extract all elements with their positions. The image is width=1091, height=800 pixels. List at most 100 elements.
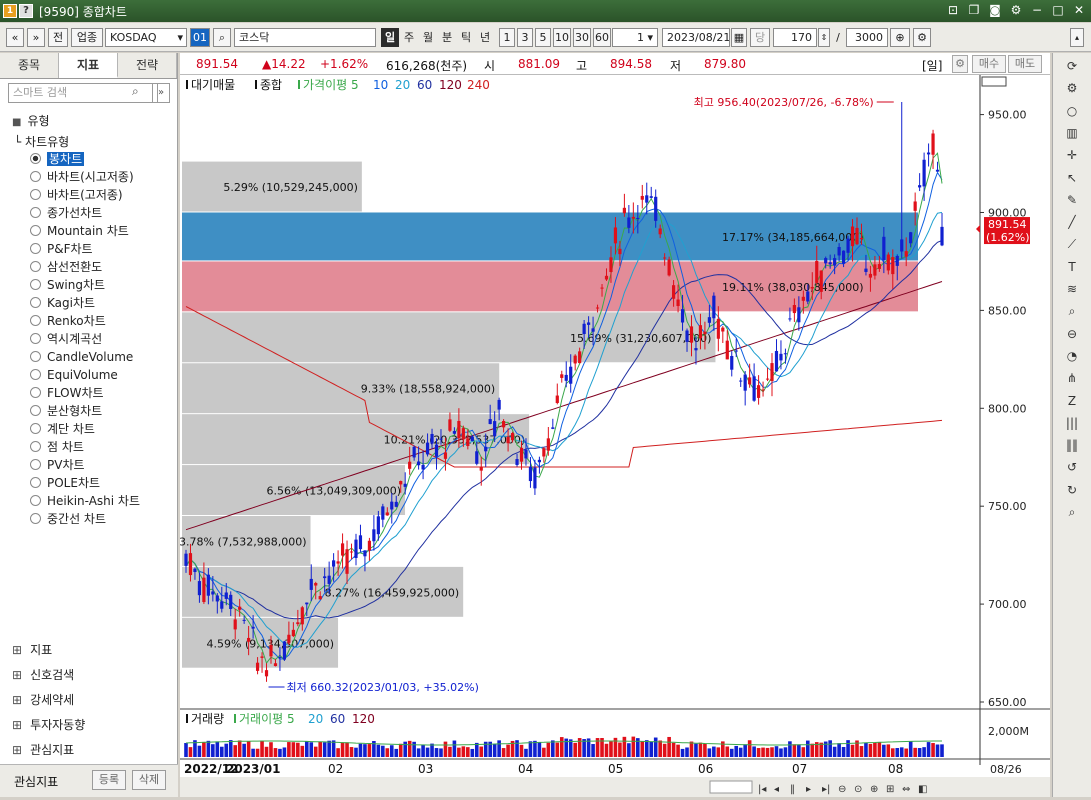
crosshair-icon[interactable]: ✛: [1063, 146, 1081, 164]
legend-item[interactable]: 240: [467, 78, 490, 92]
undo-icon[interactable]: ↺: [1063, 458, 1081, 476]
chart-type-item[interactable]: CandleVolume: [30, 348, 133, 366]
settings-icon[interactable]: ⚙: [913, 28, 931, 47]
section-2[interactable]: 강세약세: [12, 691, 74, 708]
volume-legend-item[interactable]: 120: [352, 712, 375, 726]
gear-icon[interactable]: ⚙: [952, 55, 968, 73]
fibonacci-icon[interactable]: ≋: [1063, 280, 1081, 298]
camera-icon[interactable]: ◙: [987, 2, 1003, 18]
period-button[interactable]: [일]: [922, 57, 942, 74]
chart-type-item[interactable]: Mountain 차트: [30, 222, 129, 240]
chart-area[interactable]: 650.00 700.00 750.00 800.00 850.00 900.00 950.…: [179, 75, 1050, 797]
tree-chart-type[interactable]: └ 차트유형: [14, 133, 69, 150]
tab-strategy[interactable]: 전략: [118, 53, 177, 78]
legend-item[interactable]: 20: [395, 78, 410, 92]
log-scale-icon[interactable]: [981, 76, 1007, 87]
circle-icon[interactable]: ○: [1063, 102, 1081, 120]
total-field[interactable]: 3000: [846, 28, 888, 47]
cursor-icon[interactable]: ◧: [918, 784, 927, 795]
date-field[interactable]: 2023/08/21: [662, 28, 730, 47]
period-tab-4[interactable]: 틱: [457, 28, 475, 47]
bars-icon[interactable]: |||: [1063, 414, 1081, 432]
scroll-thumb[interactable]: [709, 780, 753, 794]
period-tab-2[interactable]: 월: [419, 28, 437, 47]
interval-button-2[interactable]: 5: [535, 28, 551, 47]
chart-type-item[interactable]: 바차트(고저종): [30, 186, 123, 204]
search-icon[interactable]: ⌕: [132, 84, 146, 102]
volume-legend-item[interactable]: 20: [308, 712, 323, 726]
zoom-out-icon[interactable]: ⊖: [838, 784, 846, 795]
chart-type-item[interactable]: EquiVolume: [30, 366, 118, 384]
zoom-in-icon[interactable]: ⊕: [870, 784, 878, 795]
section-1[interactable]: 신호검색: [12, 666, 74, 683]
next-button[interactable]: »: [27, 28, 45, 47]
pause-icon[interactable]: ‖: [790, 784, 795, 795]
section-0[interactable]: 지표: [12, 641, 52, 658]
collapse-icon[interactable]: ▴: [1070, 28, 1084, 47]
chart-type-item[interactable]: 계단 차트: [30, 420, 95, 438]
legend-item[interactable]: 10: [373, 78, 388, 92]
tab-stock[interactable]: 종목: [0, 53, 59, 78]
line-icon[interactable]: ╱: [1063, 213, 1081, 231]
zoom-icon[interactable]: ⌕: [1063, 302, 1081, 320]
chevron-down-icon[interactable]: »: [152, 83, 170, 103]
legend-item[interactable]: 60: [417, 78, 432, 92]
close-icon[interactable]: ✕: [1071, 2, 1087, 18]
zigzag-icon[interactable]: Z: [1063, 392, 1081, 410]
zoom-reset-icon[interactable]: ⊙: [854, 784, 862, 795]
gann-icon[interactable]: ◔: [1063, 347, 1081, 365]
chart-type-item[interactable]: FLOW차트: [30, 384, 104, 402]
register-button[interactable]: 등록: [92, 770, 126, 790]
sell-button[interactable]: 매도: [1008, 55, 1042, 73]
period-tab-3[interactable]: 분: [438, 28, 456, 47]
unit-field[interactable]: 1 ▾: [612, 28, 658, 47]
candlestick-chart[interactable]: 650.00700.00750.00800.00850.00900.00950.…: [179, 75, 1050, 797]
legend-item[interactable]: 종합: [260, 78, 282, 92]
help-icon[interactable]: ?: [19, 4, 33, 18]
chart-type-item[interactable]: 역시계곡선: [30, 330, 102, 348]
gear-icon[interactable]: ⚙: [1063, 79, 1081, 97]
chart-type-item[interactable]: 삼선전환도: [30, 258, 102, 276]
period-tab-0[interactable]: 일: [381, 28, 399, 47]
period-tab-5[interactable]: 년: [476, 28, 494, 47]
prev-icon[interactable]: ◂: [774, 784, 779, 795]
calendar-icon[interactable]: ▦: [731, 28, 747, 47]
fit-icon[interactable]: ⊞: [886, 784, 894, 795]
interval-button-0[interactable]: 1: [499, 28, 515, 47]
volume-legend-item[interactable]: 거래이평 5: [239, 712, 295, 726]
last-icon[interactable]: ▸|: [822, 784, 830, 795]
search-icon[interactable]: ⌕: [213, 28, 231, 47]
interval-button-3[interactable]: 10: [553, 28, 571, 47]
arrow-icon[interactable]: ↖: [1063, 169, 1081, 187]
jeon-button[interactable]: 전: [48, 28, 68, 47]
market-select[interactable]: KOSDAQ ▾: [105, 28, 187, 47]
chart-type-item[interactable]: Swing차트: [30, 276, 105, 294]
chart-type-item[interactable]: 봉차트: [30, 150, 85, 168]
pen-icon[interactable]: ✎: [1063, 191, 1081, 209]
next-icon[interactable]: ▸: [806, 784, 811, 795]
legend-item[interactable]: 가격이평 5: [303, 78, 359, 92]
expand-icon[interactable]: ⇔: [902, 784, 910, 795]
chart-type-item[interactable]: Renko차트: [30, 312, 106, 330]
count-field[interactable]: 170: [773, 28, 817, 47]
stepper-icon[interactable]: ⇕: [818, 28, 830, 47]
chart-type-item[interactable]: 바차트(시고저종): [30, 168, 134, 186]
interval-button-1[interactable]: 3: [517, 28, 533, 47]
chart-type-item[interactable]: P&F차트: [30, 240, 93, 258]
bars2-icon[interactable]: ‖‖: [1063, 436, 1081, 454]
magnet-icon[interactable]: ⋔: [1063, 369, 1081, 387]
search-icon[interactable]: ⌕: [1063, 503, 1081, 521]
chart-type-item[interactable]: 분산형차트: [30, 402, 102, 420]
interval-button-4[interactable]: 30: [573, 28, 591, 47]
maximize-icon[interactable]: □: [1050, 2, 1066, 18]
interval-button-5[interactable]: 60: [593, 28, 611, 47]
auto-line-icon[interactable]: ⟋: [1063, 235, 1081, 253]
chart-type-item[interactable]: POLE차트: [30, 474, 100, 492]
first-icon[interactable]: |◂: [758, 784, 766, 795]
period-tab-1[interactable]: 주: [400, 28, 418, 47]
text-icon[interactable]: T: [1063, 258, 1081, 276]
section-type[interactable]: 유형: [12, 112, 49, 129]
legend-item[interactable]: 대기매물: [191, 78, 235, 92]
buy-button[interactable]: 매수: [972, 55, 1006, 73]
section-4[interactable]: 관심지표: [12, 741, 74, 758]
